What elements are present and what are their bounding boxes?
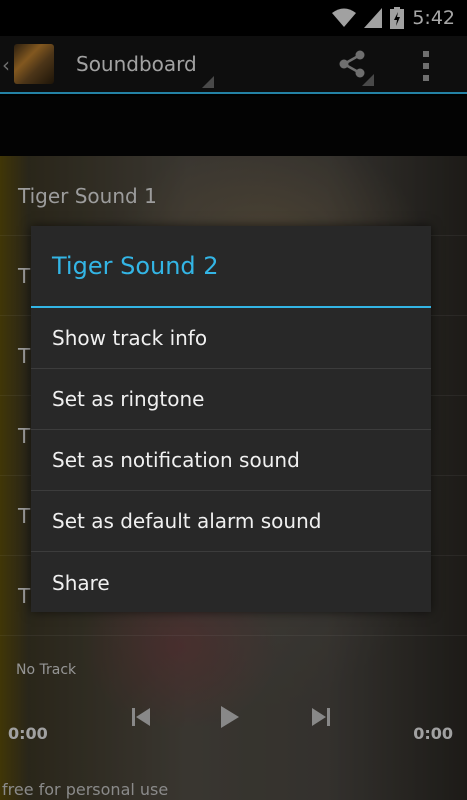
duration-time: 0:00 [413,724,453,743]
status-bar: 5:42 [0,0,467,36]
list-item-label: T [18,424,31,448]
player-bar: No Track 0:00 0:00 free for personal use [0,656,467,800]
list-item-label: T [18,264,31,288]
app-icon[interactable] [14,44,54,84]
spinner-indicator-icon [202,76,214,88]
overflow-menu-icon[interactable] [412,46,440,86]
play-icon[interactable] [214,702,244,732]
signal-icon [364,8,383,28]
battery-icon [390,7,405,29]
dialog-title: Tiger Sound 2 [31,226,431,308]
menu-item-set-alarm[interactable]: Set as default alarm sound [31,491,431,552]
list-item-label: Tiger Sound 1 [18,184,157,208]
list-item-label: T [18,584,31,608]
menu-item-share[interactable]: Share [31,552,431,613]
menu-item-set-notification[interactable]: Set as notification sound [31,430,431,491]
list-item[interactable]: Tiger Sound 1 [0,156,467,236]
footer-note: free for personal use [2,780,169,799]
header-band [0,96,467,156]
menu-item-show-track-info[interactable]: Show track info [31,308,431,369]
clock: 5:42 [412,7,455,29]
context-menu-dialog: Tiger Sound 2 Show track info Set as rin… [31,226,431,612]
elapsed-time: 0:00 [8,724,48,743]
menu-item-set-ringtone[interactable]: Set as ringtone [31,369,431,430]
back-icon[interactable]: ‹ [2,53,10,77]
share-icon[interactable] [334,46,374,86]
track-status: No Track [16,662,77,678]
next-icon[interactable] [306,702,336,732]
list-item-label: T [18,504,31,528]
app-title[interactable]: Soundboard [76,52,197,76]
wifi-icon [332,8,357,27]
action-bar: ‹ Soundboard [0,36,467,94]
list-item-label: T [18,344,31,368]
previous-icon[interactable] [126,702,156,732]
